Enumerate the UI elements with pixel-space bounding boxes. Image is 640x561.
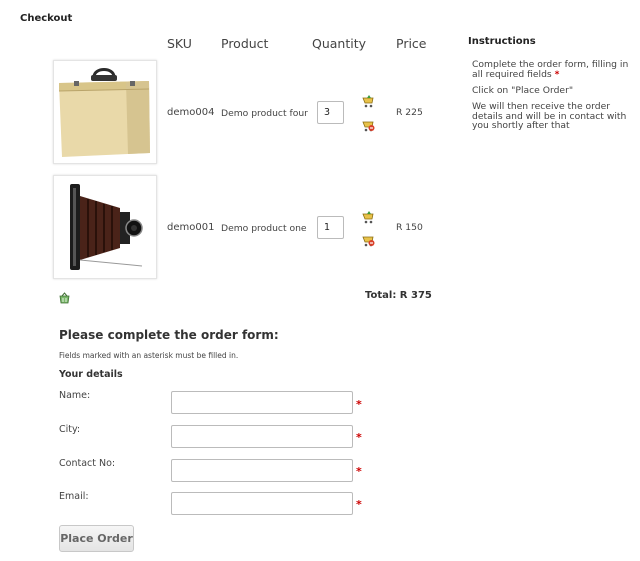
form-title: Please complete the order form: <box>59 328 279 342</box>
update-cart-icon[interactable] <box>362 93 375 108</box>
quantity-input[interactable] <box>317 216 344 239</box>
required-marker: * <box>356 498 362 511</box>
empty-cart-icon[interactable] <box>58 290 71 304</box>
name-label: Name: <box>59 390 91 401</box>
price-cell: R 150 <box>396 222 423 233</box>
required-marker: * <box>356 431 362 444</box>
column-header-quantity: Quantity <box>312 36 367 51</box>
form-section-title: Your details <box>59 369 123 380</box>
order-total: Total: R 375 <box>365 290 432 301</box>
email-field[interactable] <box>171 492 353 515</box>
update-cart-icon[interactable] <box>362 209 375 224</box>
product-name-cell: Demo product four <box>221 108 308 119</box>
city-label: City: <box>59 424 81 435</box>
instructions-title: Instructions <box>468 36 536 47</box>
required-marker: * <box>356 398 362 411</box>
remove-item-icon[interactable] <box>362 232 375 247</box>
price-cell: R 225 <box>396 107 423 118</box>
contact-no-field[interactable] <box>171 459 353 482</box>
product-name-cell: Demo product one <box>221 223 307 234</box>
email-label: Email: <box>59 491 89 502</box>
quantity-input[interactable] <box>317 101 344 124</box>
instructions-step-3: We will then receive the order details a… <box>472 101 627 131</box>
column-header-product: Product <box>221 36 269 51</box>
product-image-wooden-case <box>53 60 157 164</box>
place-order-button[interactable]: Place Order <box>59 525 134 552</box>
city-field[interactable] <box>171 425 353 448</box>
contact-no-label: Contact No: <box>59 458 116 469</box>
column-header-sku: SKU <box>167 36 192 51</box>
required-marker: * <box>356 465 362 478</box>
name-field[interactable] <box>171 391 353 414</box>
instructions-step-2: Click on "Place Order" <box>472 85 574 96</box>
column-header-price: Price <box>396 36 427 51</box>
sku-cell: demo001 <box>167 222 215 233</box>
form-note: Fields marked with an asterisk must be f… <box>59 351 239 360</box>
sku-cell: demo004 <box>167 107 215 118</box>
product-image-vintage-camera <box>53 175 157 279</box>
instructions-step-1: Complete the order form, filling in all … <box>472 59 629 80</box>
remove-item-icon[interactable] <box>362 117 375 132</box>
page-heading: Checkout <box>20 13 73 24</box>
